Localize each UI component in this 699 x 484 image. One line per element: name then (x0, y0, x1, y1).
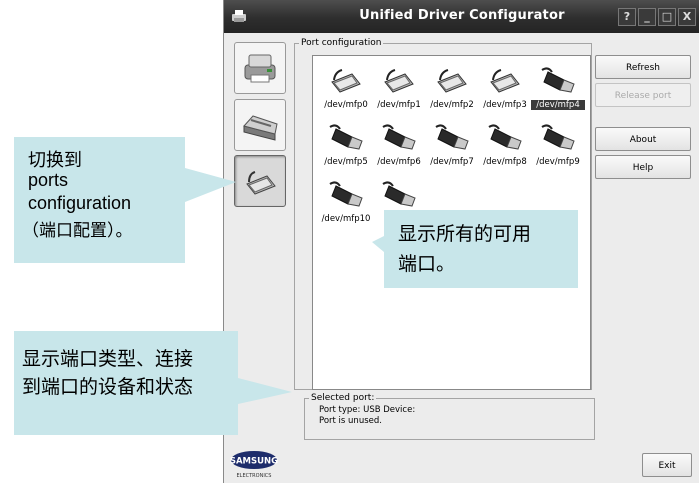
switch-callout-line4: （端口配置）。 (22, 221, 133, 241)
port-label: /dev/mfp5 (324, 157, 368, 167)
usb-port-icon (329, 124, 363, 150)
minimize-button[interactable]: _ (638, 8, 656, 26)
port-label: /dev/mfp4 (531, 100, 585, 110)
printers-configuration-button[interactable] (234, 42, 286, 94)
port-label: /dev/mfp6 (377, 157, 421, 167)
port-connector-icon (246, 171, 276, 195)
usb-port-icon (541, 67, 575, 93)
type-callout-line1: 显示端口类型、连接 (22, 348, 194, 370)
type-callout-line2: 到端口的设备和状态 (22, 376, 194, 398)
exit-button[interactable]: Exit (642, 453, 692, 477)
usb-port-icon (329, 181, 363, 207)
port-item[interactable]: /dev/mfp10 (319, 176, 373, 238)
parallel-port-icon (437, 69, 467, 93)
port-label: /dev/mfp8 (483, 157, 527, 167)
switch-callout-line1: 切换到 (28, 150, 82, 171)
parallel-port-icon (331, 69, 361, 93)
usb-port-icon (488, 124, 522, 150)
port-item[interactable]: /dev/mfp7 (425, 119, 479, 181)
help-window-button[interactable]: ? (618, 8, 636, 26)
maximize-button[interactable]: □ (658, 8, 676, 26)
usb-port-icon (382, 124, 416, 150)
port-label: /dev/mfp10 (321, 214, 371, 224)
port-label: /dev/mfp7 (430, 157, 474, 167)
port-configuration-legend: Port configuration (301, 38, 382, 48)
port-label: /dev/mfp1 (377, 100, 421, 110)
port-item[interactable]: /dev/mfp5 (319, 119, 373, 181)
switch-callout-line2: ports (28, 170, 69, 190)
samsung-logo: SAMSUNG ELECTRONICS (230, 446, 278, 480)
scanner-icon (243, 115, 278, 141)
port-item[interactable]: /dev/mfp8 (478, 119, 532, 181)
about-button[interactable]: About (595, 127, 691, 151)
usb-port-icon (382, 181, 416, 207)
switch-callout-line3: configuration (28, 193, 132, 213)
port-label: /dev/mfp0 (324, 100, 368, 110)
ports-configuration-button[interactable] (234, 155, 286, 207)
port-item[interactable]: /dev/mfp2 (425, 62, 479, 124)
port-item[interactable]: /dev/mfp1 (372, 62, 426, 124)
port-label: /dev/mfp2 (430, 100, 474, 110)
refresh-button[interactable]: Refresh (595, 55, 691, 79)
port-item[interactable]: /dev/mfp3 (478, 62, 532, 124)
close-button[interactable]: X (678, 8, 696, 26)
selected-port-info: Port type: USB Device: Port is unused. (319, 405, 415, 427)
port-label: /dev/mfp9 (536, 157, 580, 167)
logo-sub-text: ELECTRONICS (237, 473, 272, 479)
parallel-port-icon (384, 69, 414, 93)
usb-port-icon (435, 124, 469, 150)
scanners-configuration-button[interactable] (234, 99, 286, 151)
help-button[interactable]: Help (595, 155, 691, 179)
port-item[interactable]: /dev/mfp4 (531, 62, 585, 124)
title-bar: Unified Driver Configurator ? _ □ X (224, 0, 699, 33)
port-status-line: Port is unused. (319, 416, 382, 426)
release-port-button[interactable]: Release port (595, 83, 691, 107)
selected-port-legend: Selected port: (311, 393, 375, 403)
port-item[interactable]: /dev/mfp0 (319, 62, 373, 124)
port-label: /dev/mfp3 (483, 100, 527, 110)
port-item[interactable]: /dev/mfp6 (372, 119, 426, 181)
printer-icon (244, 54, 276, 83)
parallel-port-icon (490, 69, 520, 93)
ports-callout-line1: 显示所有的可用 (398, 223, 532, 245)
port-item[interactable]: /dev/mfp9 (531, 119, 585, 181)
usb-port-icon (541, 124, 575, 150)
logo-brand-text: SAMSUNG (230, 457, 278, 467)
ports-callout-line2: 端口。 (398, 253, 456, 275)
port-type-line: Port type: USB Device: (319, 405, 416, 415)
